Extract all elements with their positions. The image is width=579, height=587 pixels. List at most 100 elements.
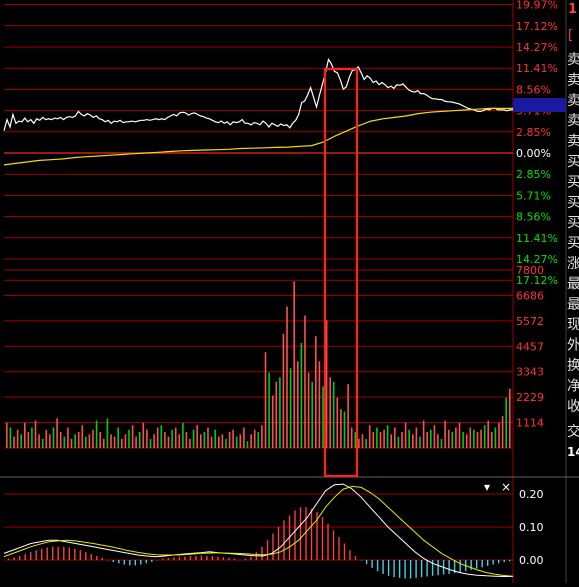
indicator-histogram-bar [189, 556, 192, 560]
indicator-histogram-bar [376, 560, 379, 572]
volume-bar [476, 432, 479, 448]
indicator-histogram-bar [476, 560, 478, 569]
volume-bar [56, 418, 58, 448]
indicator-histogram-bar [398, 560, 401, 578]
indicator-histogram-bar [140, 560, 142, 565]
price-tick-label: 8.56% [516, 83, 551, 96]
volume-bar [289, 368, 292, 448]
volume-bar [383, 429, 385, 448]
indicator-histogram-bar [250, 556, 252, 560]
volume-bar [318, 361, 321, 448]
volume-bar [455, 427, 457, 448]
indicator-histogram-bar [261, 546, 263, 560]
quote-row-label: 外 [567, 338, 579, 354]
volume-bar [200, 434, 202, 448]
volume-bar [20, 434, 22, 448]
volume-bar [379, 432, 382, 448]
quote-row-label: 收 [567, 399, 579, 415]
volume-bar [239, 434, 242, 448]
indicator-histogram-bar [277, 527, 280, 560]
volume-bar [232, 429, 234, 448]
indicator-histogram-bar [415, 560, 417, 578]
indicator-dropdown-icon[interactable]: ▾ [484, 480, 490, 494]
volume-tick-label: 3343 [516, 366, 544, 379]
volume-bar [146, 429, 148, 448]
volume-bar [491, 432, 493, 448]
volume-bar [279, 377, 281, 448]
volume-bar [235, 436, 238, 448]
price-chart [3, 57, 513, 166]
price-tick-label: 14.27% [516, 41, 558, 54]
indicator-histogram-bar [19, 556, 21, 560]
indicator-histogram-bar [299, 507, 302, 560]
indicator-close-icon[interactable]: × [501, 480, 511, 494]
volume-bar [45, 429, 48, 448]
indicator-histogram-bar [371, 560, 373, 568]
volume-bar [124, 434, 127, 448]
indicator-histogram-bar [503, 560, 505, 562]
indicator-histogram-bar [79, 550, 81, 560]
indicator-histogram-bar [448, 560, 450, 574]
volume-bar [386, 425, 389, 448]
quote-row-label: 卖 [567, 52, 579, 68]
volume-bar [286, 306, 288, 448]
indicator-histogram-bar [310, 508, 313, 560]
indicator-histogram-bar [349, 550, 351, 560]
volume-bar [469, 427, 472, 448]
volume-bar [458, 422, 461, 448]
volume-bar [131, 425, 134, 448]
price-tick-label: 19.97% [516, 0, 558, 12]
indicator-histogram-bar [118, 560, 120, 564]
quote-row-label: 卖 [567, 113, 579, 129]
volume-bar [243, 427, 245, 448]
indicator-histogram-bar [294, 510, 296, 560]
indicator-histogram-bar [498, 560, 500, 564]
volume-bar [437, 434, 439, 448]
price-marker-box [513, 98, 566, 112]
volume-bar [311, 381, 313, 448]
indicator-histogram-bar [162, 558, 164, 560]
volume-bar [336, 397, 339, 448]
indicator-histogram-bar [211, 556, 214, 560]
quote-row-label: 卖 [567, 72, 579, 88]
volume-bar [103, 438, 105, 448]
indicator-tick-label: 0.00 [519, 554, 544, 567]
indicator-histogram-bar [321, 517, 324, 560]
price-tick-label: 8.56% [516, 211, 551, 224]
volume-bar [404, 422, 407, 448]
volume-bar [41, 438, 44, 448]
volume-bar [376, 427, 378, 448]
volume-bar [304, 315, 306, 448]
volume-bar [16, 429, 19, 448]
volume-bar [9, 427, 12, 448]
indicator-histogram-bar [123, 560, 125, 565]
indicator-histogram-bar [57, 546, 59, 560]
indicator-histogram-bar [283, 520, 285, 560]
indicator-histogram-bar [409, 560, 412, 579]
volume-bar [160, 425, 163, 448]
indicator-histogram-bar [206, 556, 208, 560]
volume-bar [113, 436, 116, 448]
indicator-histogram-bar [365, 560, 368, 564]
volume-tick-label: 5572 [516, 315, 544, 328]
volume-bar [282, 333, 285, 448]
average-price-line [3, 107, 513, 166]
indicator-histogram-bar [68, 547, 70, 560]
indicator-histogram-bar [101, 558, 103, 560]
volume-bar [480, 429, 482, 448]
volume-bar [207, 427, 209, 448]
volume-bar [412, 434, 414, 448]
indicator-histogram-bar [354, 556, 357, 560]
indicator-histogram-bar [107, 560, 109, 561]
quote-row-label: 最 [567, 276, 579, 292]
quote-row-label: 涨 [567, 256, 579, 272]
indicator-histogram-bar [239, 560, 241, 561]
price-tick-label: 11.41% [516, 232, 558, 245]
volume-bar [462, 432, 464, 448]
volume-bar [354, 432, 357, 448]
indicator-histogram-bar [426, 560, 428, 577]
indicator-histogram-bar [145, 560, 147, 564]
volume-bar [264, 352, 267, 448]
volume-bar [394, 427, 396, 448]
volume-bar [498, 422, 500, 448]
